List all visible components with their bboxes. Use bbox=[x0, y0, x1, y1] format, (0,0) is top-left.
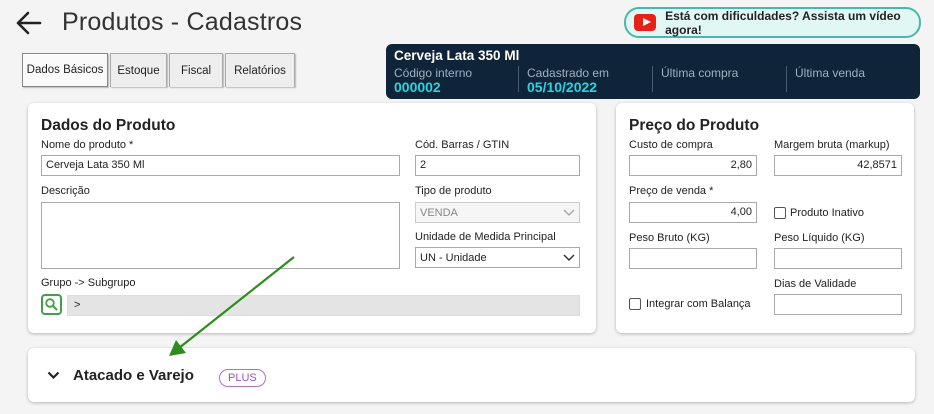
unidade-label: Unidade de Medida Principal bbox=[415, 231, 556, 243]
tipo-select[interactable]: VENDA bbox=[415, 202, 580, 223]
dados-produto-card: Dados do Produto Nome do produto * Cerve… bbox=[28, 103, 596, 333]
barras-label: Cód. Barras / GTIN bbox=[415, 139, 510, 151]
product-info-panel: Cerveja Lata 350 Ml Código interno 00000… bbox=[386, 44, 920, 99]
peso-bruto-label: Peso Bruto (KG) bbox=[629, 232, 710, 244]
chevron-down-icon bbox=[563, 253, 575, 261]
custo-label: Custo de compra bbox=[629, 139, 713, 151]
barras-input[interactable]: 2 bbox=[415, 155, 580, 176]
tipo-label: Tipo de produto bbox=[415, 185, 492, 197]
inativo-checkbox[interactable] bbox=[774, 207, 786, 219]
custo-input[interactable]: 2,80 bbox=[629, 155, 757, 176]
tab-relatorios[interactable]: Relatórios bbox=[225, 53, 295, 87]
balanca-label: Integrar com Balança bbox=[646, 298, 751, 310]
dias-validade-label: Dias de Validade bbox=[774, 278, 857, 290]
peso-bruto-input[interactable] bbox=[629, 248, 757, 269]
grupo-search-button[interactable] bbox=[41, 294, 62, 315]
peso-liquido-input[interactable] bbox=[774, 248, 902, 269]
dias-validade-input[interactable] bbox=[774, 294, 902, 315]
info-product-name: Cerveja Lata 350 Ml bbox=[394, 48, 520, 63]
dados-produto-title: Dados do Produto bbox=[41, 117, 176, 134]
nome-label: Nome do produto * bbox=[41, 139, 134, 151]
info-divider bbox=[518, 66, 519, 92]
info-divider bbox=[786, 66, 787, 92]
chevron-down-icon bbox=[563, 208, 575, 216]
balanca-checkbox[interactable] bbox=[629, 298, 641, 310]
grupo-label: Grupo -> Subgrupo bbox=[41, 277, 136, 289]
venda-label: Preço de venda * bbox=[629, 185, 714, 197]
grupo-input[interactable]: > bbox=[67, 295, 580, 316]
preco-produto-card: Preço do Produto Custo de compra 2,80 Ma… bbox=[616, 103, 914, 333]
plus-badge: PLUS bbox=[219, 369, 266, 387]
codigo-label: Código interno bbox=[394, 66, 473, 80]
ultima-compra-label: Última compra bbox=[661, 66, 739, 80]
tab-fiscal[interactable]: Fiscal bbox=[169, 53, 223, 87]
cadastrado-label: Cadastrado em bbox=[527, 66, 610, 80]
cadastrado-value: 05/10/2022 bbox=[527, 79, 598, 95]
descricao-label: Descrição bbox=[41, 185, 90, 197]
help-video-button[interactable]: Está com dificuldades? Assista um vídeo … bbox=[624, 7, 921, 38]
tipo-value: VENDA bbox=[420, 206, 458, 219]
youtube-icon bbox=[634, 14, 657, 31]
unidade-select[interactable]: UN - Unidade bbox=[415, 247, 580, 268]
chevron-down-icon bbox=[47, 371, 60, 380]
page-title: Produtos - Cadastros bbox=[62, 8, 303, 36]
atacado-title: Atacado e Varejo bbox=[73, 367, 194, 384]
tab-dados-basicos[interactable]: Dados Básicos bbox=[22, 53, 108, 87]
margem-label: Margem bruta (markup) bbox=[774, 139, 890, 151]
search-icon bbox=[45, 298, 58, 311]
margem-input[interactable]: 42,8571 bbox=[774, 155, 902, 176]
peso-liquido-label: Peso Líquido (KG) bbox=[774, 232, 865, 244]
venda-input[interactable]: 4,00 bbox=[629, 202, 757, 223]
inativo-label: Produto Inativo bbox=[790, 207, 864, 219]
tab-estoque[interactable]: Estoque bbox=[110, 53, 167, 87]
codigo-value: 000002 bbox=[394, 79, 441, 95]
info-divider bbox=[652, 66, 653, 92]
nome-input[interactable]: Cerveja Lata 350 Ml bbox=[41, 155, 400, 176]
annotation-arrow-icon bbox=[169, 256, 295, 356]
back-arrow-icon[interactable] bbox=[14, 9, 44, 37]
preco-produto-title: Preço do Produto bbox=[629, 117, 760, 134]
unidade-value: UN - Unidade bbox=[420, 251, 487, 264]
tab-bar: Dados Básicos Estoque Fiscal Relatórios bbox=[22, 53, 297, 87]
help-video-label: Está com dificuldades? Assista um vídeo … bbox=[665, 8, 901, 37]
ultima-venda-label: Última venda bbox=[795, 66, 866, 80]
